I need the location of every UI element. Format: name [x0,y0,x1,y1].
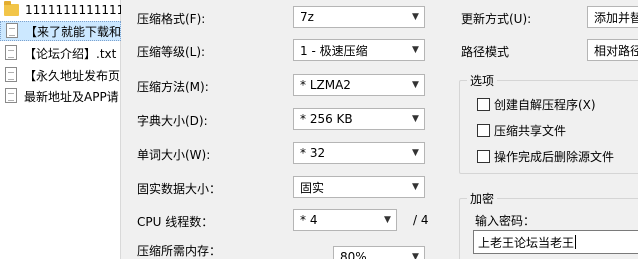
dict-size-select[interactable]: * 256 KB ▼ [293,108,425,130]
solid-size-label: 固实数据大小： [137,182,222,196]
options-title: 选项 [467,72,498,89]
file-name: 【来了就能下载和 [25,24,121,39]
delete-after-checkbox[interactable]: 操作完成后删除源文件 [477,148,614,165]
format-label: 压缩格式(F): [137,12,206,26]
checkbox-box[interactable] [477,150,490,163]
file-name: 【论坛介绍】.txt [24,46,117,61]
folder-icon [4,1,19,16]
file-list: 11111111111111 【来了就能下载和 【论坛介绍】.txt 【永久地址… [0,0,121,259]
document-icon [5,45,18,61]
file-list-item[interactable]: 【永久地址发布页 [0,65,121,85]
file-list-item[interactable]: 最新地址及APP请 [0,86,121,106]
level-label: 压缩等级(L): [137,45,206,59]
chevron-down-icon: ▼ [412,252,419,259]
cpu-threads-select[interactable]: * 4 ▼ [293,209,397,231]
shared-files-checkbox[interactable]: 压缩共享文件 [477,122,566,139]
encryption-title: 加密 [467,190,498,207]
document-icon [5,67,18,83]
password-input[interactable]: 上老王论坛当老王 [473,230,638,254]
path-mode-select[interactable]: 相对路径 [587,39,638,61]
level-select[interactable]: 1 - 极速压缩 ▼ [293,39,425,61]
chevron-down-icon: ▼ [412,148,419,158]
method-select[interactable]: * LZMA2 ▼ [293,74,425,96]
document-icon [6,23,19,39]
checkbox-box[interactable] [477,124,490,137]
word-size-label: 单词大小(W): [137,148,211,162]
sfx-checkbox[interactable]: 创建自解压程序(X) [477,96,596,113]
cpu-threads-max: / 4 [413,213,429,227]
checkbox-box[interactable] [477,98,490,111]
chevron-down-icon: ▼ [412,80,419,90]
chevron-down-icon: ▼ [412,114,419,124]
file-list-item[interactable]: 11111111111111 [0,0,121,20]
update-mode-select[interactable]: 添加并替 [587,6,638,28]
file-list-item[interactable]: 【论坛介绍】.txt [0,43,121,63]
method-label: 压缩方法(M): [137,80,209,94]
memory-label: 压缩所需内存： [137,244,222,258]
chevron-down-icon: ▼ [412,12,419,22]
path-mode-label: 路径模式 [461,45,510,59]
file-name: 11111111111111 [25,3,121,17]
word-size-select[interactable]: * 32 ▼ [293,142,425,164]
document-icon [5,88,18,104]
solid-size-select[interactable]: 固实 ▼ [293,176,425,198]
chevron-down-icon: ▼ [412,45,419,55]
file-name: 【永久地址发布页 [24,68,121,83]
add-to-archive-dialog: 压缩格式(F): 7z ▼ 压缩等级(L): 1 - 极速压缩 ▼ 压缩方法(M… [121,0,638,259]
chevron-down-icon: ▼ [384,215,391,225]
dict-size-label: 字典大小(D): [137,114,208,128]
password-label: 输入密码： [475,214,536,228]
memory-select[interactable]: 80% ▼ [333,246,425,259]
format-select[interactable]: 7z ▼ [293,6,425,28]
cpu-threads-label: CPU 线程数： [137,215,214,229]
file-name: 最新地址及APP请 [24,89,119,104]
file-list-item[interactable]: 【来了就能下载和 [0,21,121,41]
update-mode-label: 更新方式(U): [461,12,532,26]
chevron-down-icon: ▼ [412,182,419,192]
